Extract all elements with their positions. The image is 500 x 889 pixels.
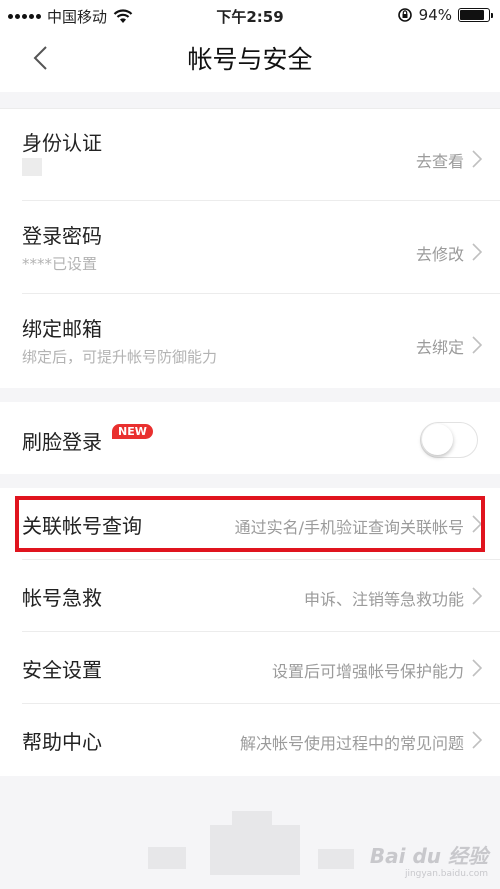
menu-item-label: 帮助中心 xyxy=(22,730,102,754)
email-action: 去绑定 xyxy=(415,338,464,357)
identity-value xyxy=(22,158,42,176)
menu-item-security-settings[interactable]: 安全设置 设置后可增强帐号保护能力 xyxy=(0,632,500,704)
chevron-right-icon xyxy=(472,515,482,533)
chevron-right-icon xyxy=(472,731,482,749)
menu-item-help-center[interactable]: 帮助中心 解决帐号使用过程中的常见问题 xyxy=(0,704,500,776)
menu-item-hint: 解决帐号使用过程中的常见问题 xyxy=(239,734,464,753)
battery-info: 94% xyxy=(397,6,493,24)
chevron-right-icon xyxy=(472,150,482,168)
chevron-right-icon xyxy=(472,659,482,677)
face-login-group: 刷脸登录 NEW xyxy=(0,402,500,474)
watermark-brand: Bai du 经验 xyxy=(369,844,488,868)
battery-percent: 94% xyxy=(418,6,452,24)
email-hint: 绑定后，可提升帐号防御能力 xyxy=(22,348,218,366)
email-label: 绑定邮箱 xyxy=(22,317,102,341)
chevron-right-icon xyxy=(472,243,482,261)
status-bar: 中国移动 下午2:59 94% xyxy=(0,0,500,30)
identity-label: 身份认证 xyxy=(22,131,102,155)
toggle-knob xyxy=(422,424,453,455)
baidu-watermark: Bai du 经验 jingyan.baidu.com xyxy=(370,840,488,879)
identity-row[interactable]: 身份认证 去查看 xyxy=(0,108,500,201)
nav-bar: 帐号与安全 xyxy=(0,30,500,92)
menu-item-label: 关联帐号查询 xyxy=(22,514,142,538)
password-row[interactable]: 登录密码 ****已设置 去修改 xyxy=(0,201,500,294)
menu-item-label: 帐号急救 xyxy=(22,586,102,610)
password-label: 登录密码 xyxy=(22,224,102,248)
menu-item-hint: 设置后可增强帐号保护能力 xyxy=(271,662,464,681)
menu-group: 关联帐号查询 通过实名/手机验证查询关联帐号 帐号急救 申诉、注销等急救功能 安… xyxy=(0,488,500,776)
face-login-row: 刷脸登录 NEW xyxy=(0,402,500,474)
new-badge: NEW xyxy=(112,424,153,439)
battery-fill xyxy=(460,10,484,20)
battery-icon xyxy=(458,8,493,22)
password-action: 去修改 xyxy=(415,245,464,264)
password-status: ****已设置 xyxy=(22,255,98,273)
chevron-right-icon xyxy=(472,336,482,354)
menu-item-hint: 通过实名/手机验证查询关联帐号 xyxy=(234,518,464,537)
menu-item-linked-accounts[interactable]: 关联帐号查询 通过实名/手机验证查询关联帐号 xyxy=(0,488,500,560)
face-login-label: 刷脸登录 xyxy=(22,430,102,454)
menu-item-account-rescue[interactable]: 帐号急救 申诉、注销等急救功能 xyxy=(0,560,500,632)
chevron-right-icon xyxy=(472,587,482,605)
menu-item-hint: 申诉、注销等急救功能 xyxy=(303,590,464,609)
menu-item-label: 安全设置 xyxy=(22,658,102,682)
security-group: 身份认证 去查看 登录密码 ****已设置 去修改 绑定邮箱 绑定后，可提升帐号… xyxy=(0,108,500,388)
email-row[interactable]: 绑定邮箱 绑定后，可提升帐号防御能力 去绑定 xyxy=(0,294,500,388)
identity-action: 去查看 xyxy=(415,152,464,171)
face-login-toggle[interactable] xyxy=(420,422,478,458)
rotation-lock-icon xyxy=(397,8,412,22)
watermark-url: jingyan.baidu.com xyxy=(404,869,488,879)
page-title: 帐号与安全 xyxy=(187,45,313,74)
